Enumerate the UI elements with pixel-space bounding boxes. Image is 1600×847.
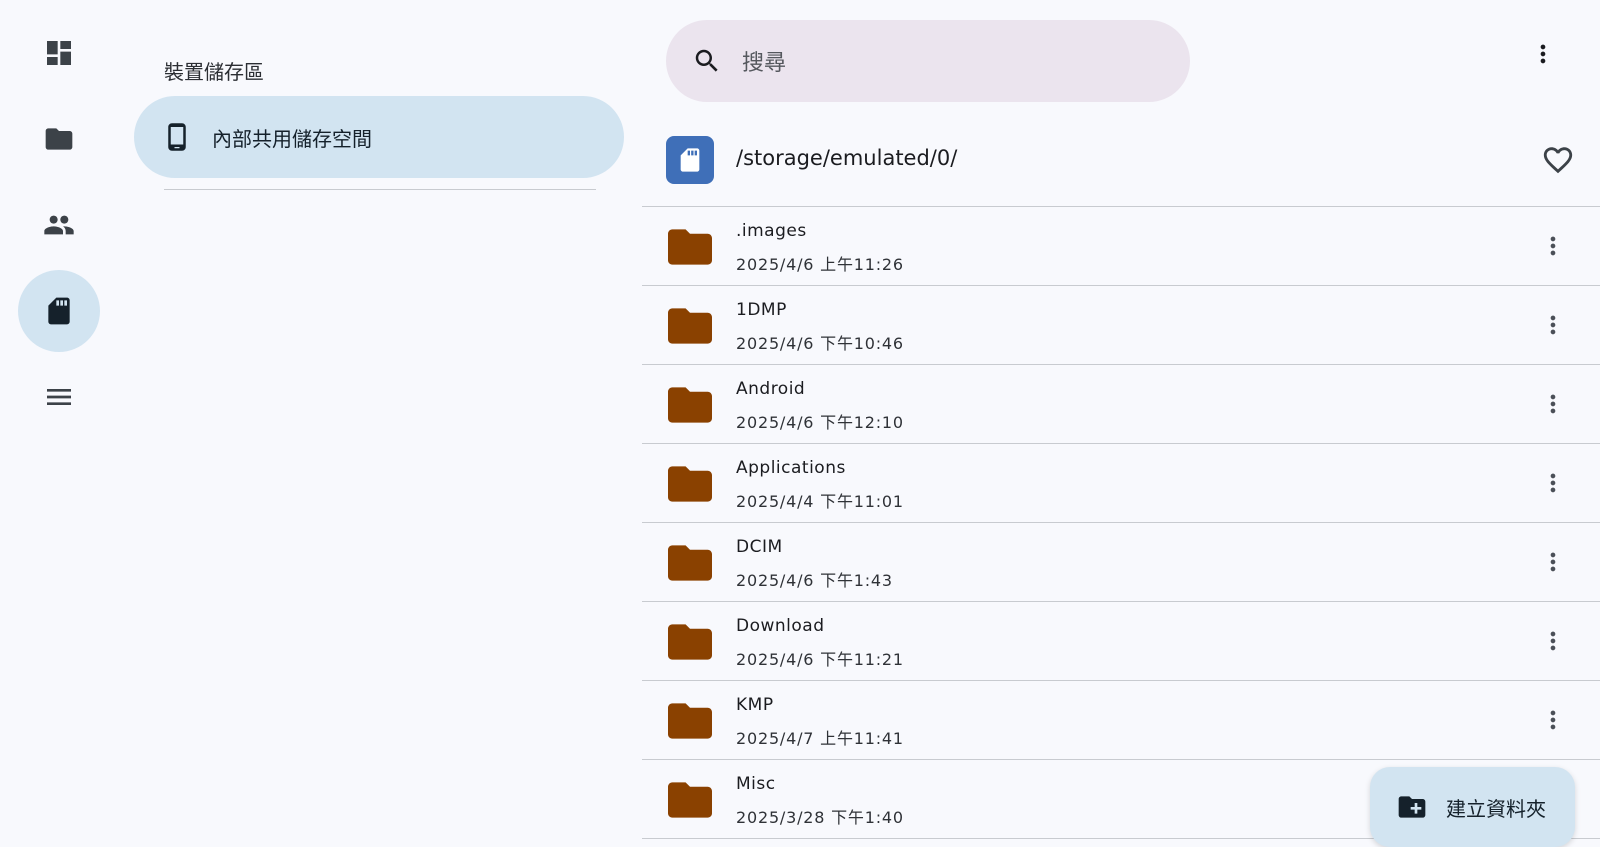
more-vert-icon (1550, 710, 1556, 730)
file-row[interactable]: KMP 2025/4/7 上午11:41 (642, 681, 1600, 760)
folder-icon (668, 543, 712, 583)
folder-icon (668, 227, 712, 267)
dashboard-icon (47, 41, 71, 65)
rail-item-people[interactable] (18, 184, 100, 266)
file-date: 2025/4/6 下午1:43 (736, 571, 893, 590)
sd-card-icon (48, 297, 70, 325)
more-vert-icon (1540, 44, 1546, 64)
folder-icon (668, 701, 712, 741)
folder-icon (668, 780, 712, 820)
more-vert-icon (1550, 552, 1556, 572)
row-more-button[interactable] (1538, 541, 1568, 583)
row-more-button[interactable] (1538, 699, 1568, 741)
top-more-button[interactable] (1528, 34, 1558, 74)
more-vert-icon (1550, 473, 1556, 493)
file-name: Misc (736, 774, 776, 794)
favorite-button[interactable] (1540, 142, 1576, 178)
file-date: 2025/4/7 上午11:41 (736, 729, 904, 748)
internal-storage-label: 內部共用儲存空間 (212, 126, 372, 151)
row-more-button[interactable] (1538, 462, 1568, 504)
file-name: Android (736, 379, 806, 399)
file-name: .images (736, 221, 807, 241)
file-date: 2025/4/6 上午11:26 (736, 255, 904, 274)
file-date: 2025/4/6 下午11:21 (736, 650, 904, 669)
folder-icon (668, 306, 712, 346)
row-more-button[interactable] (1538, 383, 1568, 425)
current-path-row: /storage/emulated/0/ (642, 120, 1600, 206)
people-icon (44, 215, 74, 235)
phone-icon (162, 122, 192, 152)
file-date: 2025/4/6 下午10:46 (736, 334, 904, 353)
folder-icon (668, 385, 712, 425)
sd-card-icon (666, 136, 714, 184)
rail-item-menu[interactable] (18, 356, 100, 438)
create-folder-button[interactable]: 建立資料夾 (1370, 767, 1575, 847)
more-vert-icon (1550, 236, 1556, 256)
panel-title: 裝置儲存區 (164, 60, 264, 84)
rail-item-folders[interactable] (18, 98, 100, 180)
file-row[interactable]: Download 2025/4/6 下午11:21 (642, 602, 1600, 681)
file-row[interactable]: 1DMP 2025/4/6 下午10:46 (642, 286, 1600, 365)
folder-icon (668, 622, 712, 662)
file-date: 2025/4/4 下午11:01 (736, 492, 904, 511)
current-path: /storage/emulated/0/ (736, 146, 958, 170)
row-more-button[interactable] (1538, 620, 1568, 662)
file-name: 1DMP (736, 300, 787, 320)
folder-icon (45, 128, 73, 150)
more-vert-icon (1550, 631, 1556, 651)
row-more-button[interactable] (1538, 304, 1568, 346)
file-name: DCIM (736, 537, 783, 557)
create-folder-label: 建立資料夾 (1446, 796, 1546, 821)
navigation-rail (0, 0, 118, 830)
file-date: 2025/3/28 下午1:40 (736, 808, 904, 827)
more-vert-icon (1550, 394, 1556, 414)
menu-icon (47, 389, 71, 405)
file-date: 2025/4/6 下午12:10 (736, 413, 904, 432)
create-folder-icon (1398, 796, 1426, 818)
heart-outline-icon (1543, 147, 1573, 174)
folder-icon (668, 464, 712, 504)
file-browser: 搜尋 /storage/emulated/0/ .images 2025/4/6 … (642, 0, 1600, 839)
file-name: KMP (736, 695, 774, 715)
file-name: Applications (736, 458, 846, 478)
internal-storage-item[interactable]: 內部共用儲存空間 (134, 96, 624, 178)
more-vert-icon (1550, 315, 1556, 335)
file-row[interactable]: DCIM 2025/4/6 下午1:43 (642, 523, 1600, 602)
search-icon (695, 49, 718, 72)
search-input[interactable]: 搜尋 (742, 45, 786, 77)
rail-item-storage[interactable] (18, 270, 100, 352)
file-name: Download (736, 616, 825, 636)
rail-item-dashboard[interactable] (18, 12, 100, 94)
panel-divider (164, 189, 596, 190)
row-more-button[interactable] (1538, 225, 1568, 267)
file-list: .images 2025/4/6 上午11:26 1DMP 2025/4/6 下午10… (642, 207, 1600, 839)
storage-panel: 裝置儲存區 內部共用儲存空間 (134, 0, 626, 830)
file-row[interactable]: Applications 2025/4/4 下午11:01 (642, 444, 1600, 523)
file-row[interactable]: Android 2025/4/6 下午12:10 (642, 365, 1600, 444)
file-row[interactable]: .images 2025/4/6 上午11:26 (642, 207, 1600, 286)
search-bar[interactable]: 搜尋 (666, 20, 1190, 102)
